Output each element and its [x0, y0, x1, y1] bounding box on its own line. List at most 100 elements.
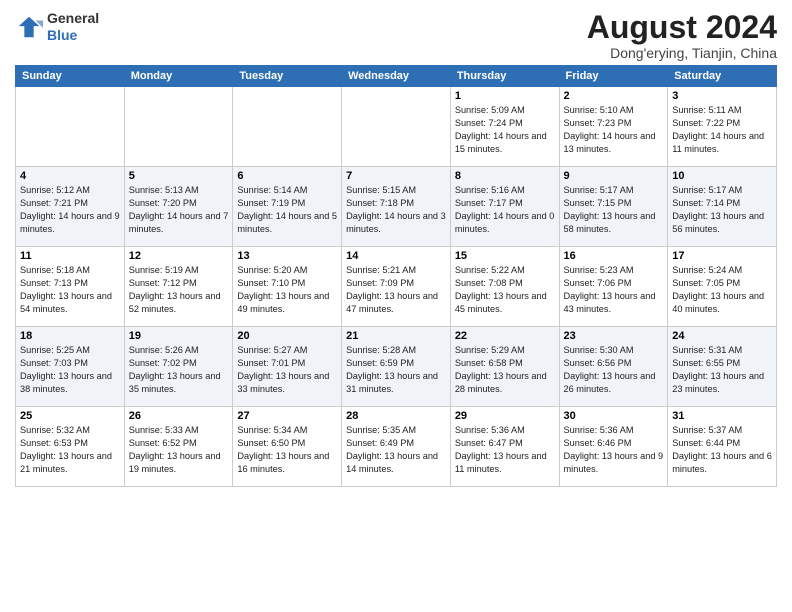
- calendar-cell: [342, 87, 451, 167]
- logo-general: General: [47, 10, 99, 27]
- day-number: 23: [564, 330, 664, 342]
- day-number: 6: [237, 170, 337, 182]
- day-number: 27: [237, 410, 337, 422]
- calendar-cell: 22Sunrise: 5:29 AM Sunset: 6:58 PM Dayli…: [450, 327, 559, 407]
- calendar-cell: 4 Sunrise: 5:12 AM Sunset: 7:21 PM Daylig…: [16, 167, 125, 247]
- day-info: Sunrise: 5:20 AM Sunset: 7:10 PM Dayligh…: [237, 264, 337, 316]
- logo-icon: [15, 13, 43, 41]
- day-info: Sunrise: 5:14 AM Sunset: 7:19 PM Dayligh…: [237, 184, 337, 236]
- day-info: Sunrise: 5:35 AM Sunset: 6:49 PM Dayligh…: [346, 424, 446, 476]
- title-block: August 2024 Dong'erying, Tianjin, China: [587, 10, 777, 61]
- week-row-2: 11 Sunrise: 5:18 AM Sunset: 7:13 PM Dayli…: [16, 247, 777, 327]
- day-info: Sunrise: 5:11 AM Sunset: 7:22 PM Dayligh…: [672, 104, 772, 156]
- calendar-cell: 5Sunrise: 5:13 AM Sunset: 7:20 PM Daylig…: [124, 167, 233, 247]
- calendar-cell: 8 Sunrise: 5:16 AM Sunset: 7:17 PM Daylig…: [450, 167, 559, 247]
- header-day-saturday: Saturday: [668, 66, 777, 87]
- day-number: 7: [346, 170, 446, 182]
- day-info: Sunrise: 5:30 AM Sunset: 6:56 PM Dayligh…: [564, 344, 664, 396]
- calendar-cell: 2Sunrise: 5:10 AM Sunset: 7:23 PM Daylig…: [559, 87, 668, 167]
- day-info: Sunrise: 5:16 AM Sunset: 7:17 PM Dayligh…: [455, 184, 555, 236]
- header-day-wednesday: Wednesday: [342, 66, 451, 87]
- calendar-cell: 17Sunrise: 5:24 AM Sunset: 7:05 PM Dayli…: [668, 247, 777, 327]
- day-info: Sunrise: 5:29 AM Sunset: 6:58 PM Dayligh…: [455, 344, 555, 396]
- calendar-cell: 29 Sunrise: 5:36 AM Sunset: 6:47 PM Dayli…: [450, 407, 559, 487]
- day-info: Sunrise: 5:12 AM Sunset: 7:21 PM Dayligh…: [20, 184, 120, 236]
- day-number: 29: [455, 410, 555, 422]
- calendar-cell: 25 Sunrise: 5:32 AM Sunset: 6:53 PM Dayli…: [16, 407, 125, 487]
- day-info: Sunrise: 5:32 AM Sunset: 6:53 PM Dayligh…: [20, 424, 120, 476]
- calendar-cell: 23 Sunrise: 5:30 AM Sunset: 6:56 PM Dayli…: [559, 327, 668, 407]
- day-info: Sunrise: 5:33 AM Sunset: 6:52 PM Dayligh…: [129, 424, 229, 476]
- day-number: 12: [129, 250, 229, 262]
- day-info: Sunrise: 5:21 AM Sunset: 7:09 PM Dayligh…: [346, 264, 446, 316]
- day-number: 20: [237, 330, 337, 342]
- day-number: 14: [346, 250, 446, 262]
- week-row-3: 18 Sunrise: 5:25 AM Sunset: 7:03 PM Dayli…: [16, 327, 777, 407]
- day-number: 10: [672, 170, 772, 182]
- day-number: 21: [346, 330, 446, 342]
- calendar-cell: 20 Sunrise: 5:27 AM Sunset: 7:01 PM Dayli…: [233, 327, 342, 407]
- day-number: 30: [564, 410, 664, 422]
- header-day-friday: Friday: [559, 66, 668, 87]
- calendar-cell: 10 Sunrise: 5:17 AM Sunset: 7:14 PM Dayli…: [668, 167, 777, 247]
- calendar-cell: [16, 87, 125, 167]
- day-info: Sunrise: 5:23 AM Sunset: 7:06 PM Dayligh…: [564, 264, 664, 316]
- calendar-cell: 24Sunrise: 5:31 AM Sunset: 6:55 PM Dayli…: [668, 327, 777, 407]
- header-row: SundayMondayTuesdayWednesdayThursdayFrid…: [16, 66, 777, 87]
- day-number: 1: [455, 90, 555, 102]
- day-info: Sunrise: 5:10 AM Sunset: 7:23 PM Dayligh…: [564, 104, 664, 156]
- day-number: 18: [20, 330, 120, 342]
- calendar-cell: 28 Sunrise: 5:35 AM Sunset: 6:49 PM Dayli…: [342, 407, 451, 487]
- calendar-cell: 9 Sunrise: 5:17 AM Sunset: 7:15 PM Daylig…: [559, 167, 668, 247]
- week-row-0: 1 Sunrise: 5:09 AM Sunset: 7:24 PM Daylig…: [16, 87, 777, 167]
- calendar-cell: 16 Sunrise: 5:23 AM Sunset: 7:06 PM Dayli…: [559, 247, 668, 327]
- day-number: 25: [20, 410, 120, 422]
- day-info: Sunrise: 5:17 AM Sunset: 7:14 PM Dayligh…: [672, 184, 772, 236]
- day-info: Sunrise: 5:36 AM Sunset: 6:46 PM Dayligh…: [564, 424, 664, 476]
- calendar-cell: 11 Sunrise: 5:18 AM Sunset: 7:13 PM Dayli…: [16, 247, 125, 327]
- main-title: August 2024: [587, 10, 777, 45]
- calendar-body: 1 Sunrise: 5:09 AM Sunset: 7:24 PM Daylig…: [16, 87, 777, 487]
- day-info: Sunrise: 5:25 AM Sunset: 7:03 PM Dayligh…: [20, 344, 120, 396]
- calendar-cell: 12 Sunrise: 5:19 AM Sunset: 7:12 PM Dayli…: [124, 247, 233, 327]
- day-number: 8: [455, 170, 555, 182]
- day-number: 9: [564, 170, 664, 182]
- calendar-cell: 18 Sunrise: 5:25 AM Sunset: 7:03 PM Dayli…: [16, 327, 125, 407]
- day-info: Sunrise: 5:27 AM Sunset: 7:01 PM Dayligh…: [237, 344, 337, 396]
- day-info: Sunrise: 5:26 AM Sunset: 7:02 PM Dayligh…: [129, 344, 229, 396]
- calendar-cell: 26 Sunrise: 5:33 AM Sunset: 6:52 PM Dayli…: [124, 407, 233, 487]
- day-number: 26: [129, 410, 229, 422]
- day-info: Sunrise: 5:19 AM Sunset: 7:12 PM Dayligh…: [129, 264, 229, 316]
- calendar-cell: 31Sunrise: 5:37 AM Sunset: 6:44 PM Dayli…: [668, 407, 777, 487]
- logo: General Blue: [15, 10, 99, 44]
- day-info: Sunrise: 5:37 AM Sunset: 6:44 PM Dayligh…: [672, 424, 772, 476]
- calendar-cell: 30 Sunrise: 5:36 AM Sunset: 6:46 PM Dayli…: [559, 407, 668, 487]
- day-number: 11: [20, 250, 120, 262]
- day-number: 28: [346, 410, 446, 422]
- day-info: Sunrise: 5:28 AM Sunset: 6:59 PM Dayligh…: [346, 344, 446, 396]
- header-day-thursday: Thursday: [450, 66, 559, 87]
- calendar-cell: 14 Sunrise: 5:21 AM Sunset: 7:09 PM Dayli…: [342, 247, 451, 327]
- calendar-cell: 19Sunrise: 5:26 AM Sunset: 7:02 PM Dayli…: [124, 327, 233, 407]
- day-number: 5: [129, 170, 229, 182]
- calendar-header: SundayMondayTuesdayWednesdayThursdayFrid…: [16, 66, 777, 87]
- day-info: Sunrise: 5:31 AM Sunset: 6:55 PM Dayligh…: [672, 344, 772, 396]
- calendar-cell: 21 Sunrise: 5:28 AM Sunset: 6:59 PM Dayli…: [342, 327, 451, 407]
- header-day-tuesday: Tuesday: [233, 66, 342, 87]
- header-day-sunday: Sunday: [16, 66, 125, 87]
- day-info: Sunrise: 5:18 AM Sunset: 7:13 PM Dayligh…: [20, 264, 120, 316]
- day-info: Sunrise: 5:09 AM Sunset: 7:24 PM Dayligh…: [455, 104, 555, 156]
- calendar-cell: 27 Sunrise: 5:34 AM Sunset: 6:50 PM Dayli…: [233, 407, 342, 487]
- day-info: Sunrise: 5:22 AM Sunset: 7:08 PM Dayligh…: [455, 264, 555, 316]
- day-info: Sunrise: 5:17 AM Sunset: 7:15 PM Dayligh…: [564, 184, 664, 236]
- day-number: 16: [564, 250, 664, 262]
- day-info: Sunrise: 5:34 AM Sunset: 6:50 PM Dayligh…: [237, 424, 337, 476]
- calendar-cell: [233, 87, 342, 167]
- header-day-monday: Monday: [124, 66, 233, 87]
- subtitle: Dong'erying, Tianjin, China: [587, 45, 777, 61]
- calendar-cell: [124, 87, 233, 167]
- calendar-table: SundayMondayTuesdayWednesdayThursdayFrid…: [15, 65, 777, 487]
- day-number: 4: [20, 170, 120, 182]
- day-info: Sunrise: 5:36 AM Sunset: 6:47 PM Dayligh…: [455, 424, 555, 476]
- day-info: Sunrise: 5:24 AM Sunset: 7:05 PM Dayligh…: [672, 264, 772, 316]
